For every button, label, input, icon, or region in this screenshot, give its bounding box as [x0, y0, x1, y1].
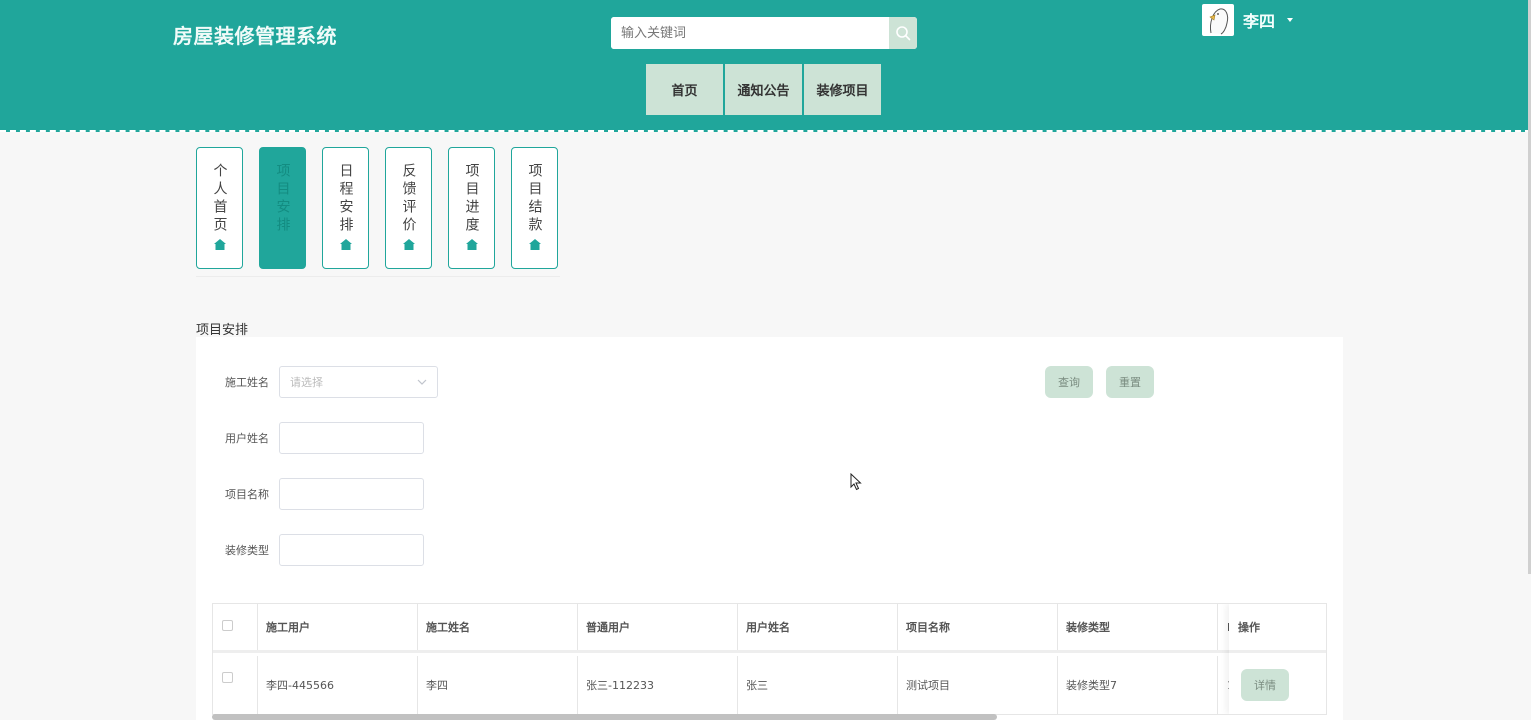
header-checkbox-cell	[213, 604, 258, 650]
table-cell: 测试项目	[898, 656, 1058, 714]
tab-settlement[interactable]: 项目结款	[511, 147, 558, 269]
table-header: 施工姓名	[418, 604, 578, 650]
reset-button[interactable]: 重置	[1106, 366, 1154, 398]
table-cell: 李四-445566	[258, 656, 418, 714]
home-icon	[339, 239, 352, 250]
home-icon	[528, 239, 541, 250]
table-header: 普通用户	[578, 604, 738, 650]
home-icon	[465, 239, 478, 250]
table-cell: 张三	[738, 656, 898, 714]
tab-project-arrangement[interactable]: 项目安排	[259, 147, 306, 269]
horizontal-scrollbar[interactable]	[212, 714, 997, 720]
tab-progress[interactable]: 项目进度	[448, 147, 495, 269]
form-row-project-name: 项目名称	[225, 478, 424, 510]
main-nav: 首页 通知公告 装修项目	[646, 64, 881, 115]
home-icon	[402, 239, 415, 250]
tab-label: 个人首页	[211, 163, 228, 235]
home-icon	[213, 239, 226, 250]
tab-label: 项目进度	[463, 163, 480, 235]
row-checkbox-cell	[213, 656, 258, 714]
form-row-worker-name: 施工姓名 请选择	[225, 366, 438, 398]
divider	[196, 276, 560, 277]
avatar	[1202, 4, 1234, 36]
form-row-user-name: 用户姓名	[225, 422, 424, 454]
search-input[interactable]	[611, 17, 889, 49]
table-cell: 李四	[418, 656, 578, 714]
worker-name-label: 施工姓名	[225, 376, 269, 389]
nav-home[interactable]: 首页	[646, 64, 723, 115]
query-button[interactable]: 查询	[1045, 366, 1093, 398]
username: 李四	[1243, 12, 1276, 31]
avatar-image	[1203, 5, 1233, 35]
table-header: 施工用户	[258, 604, 418, 650]
app-logo-title[interactable]: 房屋装修管理系统	[173, 20, 337, 49]
tab-label: 日程安排	[337, 163, 354, 235]
top-header: 房屋装修管理系统 首页 通知公告 装修项目 李四	[0, 0, 1531, 132]
table-header: 用户姓名	[738, 604, 898, 650]
decor-type-input[interactable]	[279, 534, 424, 566]
table-header: 装修类型	[1058, 604, 1218, 650]
operation-header: 操作	[1229, 604, 1326, 653]
side-tabs: 个人首页 项目安排 日程安排 反馈评价 项目进度 项目结款	[196, 147, 558, 269]
select-placeholder: 请选择	[290, 376, 323, 389]
row-checkbox[interactable]	[222, 672, 233, 683]
user-menu[interactable]: 李四	[1202, 4, 1294, 36]
nav-projects[interactable]: 装修项目	[804, 64, 881, 115]
table-cell: 张三-112233	[578, 656, 738, 714]
table-cell: 装修类型7	[1058, 656, 1218, 714]
tab-label: 反馈评价	[400, 163, 417, 235]
tab-label: 项目结款	[526, 163, 543, 235]
nav-notices[interactable]: 通知公告	[725, 64, 802, 115]
table-row: 李四-445566 李四 张三-112233 张三 测试项目 装修类型7 1	[213, 656, 1231, 714]
user-name-label: 用户姓名	[225, 432, 269, 445]
chevron-down-icon	[417, 379, 427, 385]
page-title: 项目安排	[196, 323, 249, 338]
operation-column: 操作 详情	[1229, 604, 1326, 714]
decor-type-label: 装修类型	[225, 544, 269, 557]
form-row-decor-type: 装修类型	[225, 534, 424, 566]
data-table: 施工用户 施工姓名 普通用户 用户姓名 项目名称 装修类型 I 李四-44556…	[212, 603, 1327, 715]
user-name-input[interactable]	[279, 422, 424, 454]
select-all-checkbox[interactable]	[222, 620, 233, 631]
tab-schedule[interactable]: 日程安排	[322, 147, 369, 269]
tab-label: 项目安排	[274, 163, 291, 235]
worker-name-select[interactable]: 请选择	[279, 366, 438, 398]
detail-button[interactable]: 详情	[1241, 669, 1289, 701]
tab-feedback[interactable]: 反馈评价	[385, 147, 432, 269]
search-icon	[896, 26, 911, 41]
search-bar	[611, 17, 917, 49]
chevron-down-icon[interactable]	[1287, 18, 1294, 22]
search-button[interactable]	[889, 17, 917, 49]
mouse-cursor-icon	[850, 473, 862, 491]
project-name-input[interactable]	[279, 478, 424, 510]
project-name-label: 项目名称	[225, 488, 269, 501]
tab-personal-home[interactable]: 个人首页	[196, 147, 243, 269]
table-header: 项目名称	[898, 604, 1058, 650]
table-header-row: 施工用户 施工姓名 普通用户 用户姓名 项目名称 装修类型 I	[213, 604, 1231, 653]
